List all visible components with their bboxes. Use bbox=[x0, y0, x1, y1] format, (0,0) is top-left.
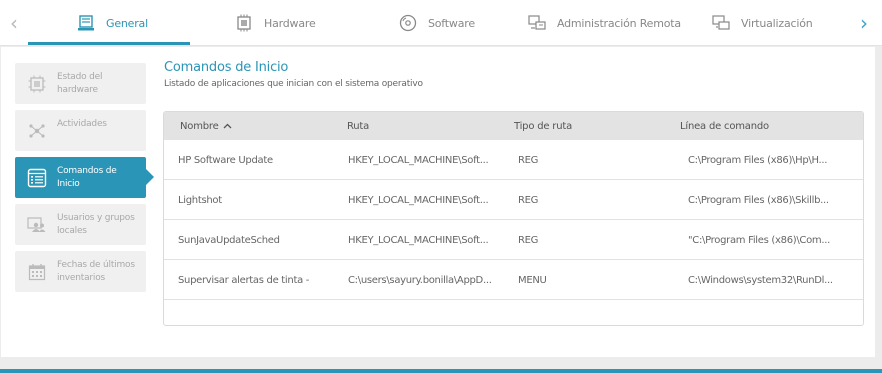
cell-ruta: HKEY_LOCAL_MACHINE\Soft... bbox=[348, 154, 489, 166]
sidebar-item-fechas-inventarios[interactable]: Fechas de últimos inventarios bbox=[15, 251, 146, 292]
sidebar-item-estado-hardware[interactable]: Estado del hardware bbox=[15, 63, 146, 104]
tab-label: Software bbox=[428, 16, 475, 30]
network-icon bbox=[27, 121, 47, 141]
tab-label: Administración Remota bbox=[557, 16, 681, 30]
active-tab-indicator bbox=[28, 42, 190, 45]
cell-linea-comando: C:\Program Files (x86)\Hp\H... bbox=[688, 154, 828, 166]
tab-label: Hardware bbox=[264, 16, 316, 30]
cell-linea-comando: C:\Windows\system32\RunDl... bbox=[688, 274, 833, 286]
table-row[interactable]: Supervisar alertas de tinta - C:\users\s… bbox=[164, 260, 863, 300]
sidebar-item-label: Estado del hardware bbox=[57, 71, 103, 95]
tab-general[interactable]: General bbox=[76, 0, 148, 46]
cell-tipo-ruta: REG bbox=[518, 234, 539, 246]
tab-administracion-remota[interactable]: Administración Remota bbox=[527, 0, 681, 46]
sidebar-item-label: Usuarios y grupos locales bbox=[57, 212, 135, 236]
table-row[interactable]: SunJavaUpdateSched HKEY_LOCAL_MACHINE\So… bbox=[164, 220, 863, 260]
tab-hardware[interactable]: Hardware bbox=[234, 0, 316, 46]
tab-bar: ‹ General Hardware Software Administraci… bbox=[0, 0, 882, 46]
server-icon bbox=[76, 13, 96, 33]
sidebar-item-actividades[interactable]: Actividades bbox=[15, 110, 146, 151]
sidebar-item-label: Actividades bbox=[57, 119, 107, 129]
column-header-tipo-ruta[interactable]: Tipo de ruta bbox=[514, 112, 572, 140]
column-header-linea-comando[interactable]: Línea de comando bbox=[680, 112, 769, 140]
tab-virtualizacion[interactable]: Virtualización bbox=[711, 0, 813, 46]
bottom-accent-bar bbox=[0, 369, 882, 373]
cell-ruta: HKEY_LOCAL_MACHINE\Soft... bbox=[348, 234, 489, 246]
app-frame: ‹ General Hardware Software Administraci… bbox=[0, 0, 882, 373]
page-subtitle: Listado de aplicaciones que inician con … bbox=[164, 79, 423, 89]
table-row[interactable]: HP Software Update HKEY_LOCAL_MACHINE\So… bbox=[164, 140, 863, 180]
cell-nombre: SunJavaUpdateSched bbox=[178, 234, 280, 246]
cell-nombre: Supervisar alertas de tinta - bbox=[178, 274, 310, 286]
tab-label: General bbox=[106, 16, 148, 30]
scroll-left-arrow-icon[interactable]: ‹ bbox=[0, 0, 28, 46]
cell-ruta: C:\users\sayury.bonilla\AppD... bbox=[348, 274, 492, 286]
cell-ruta: HKEY_LOCAL_MACHINE\Soft... bbox=[348, 194, 489, 206]
column-header-nombre[interactable]: Nombre bbox=[180, 112, 232, 140]
page-title: Comandos de Inicio bbox=[164, 60, 289, 75]
list-icon bbox=[27, 168, 47, 188]
chip-icon bbox=[234, 13, 254, 33]
virtualization-icon bbox=[711, 13, 731, 33]
chip-icon bbox=[27, 74, 47, 94]
sidebar-item-label: Fechas de últimos inventarios bbox=[57, 259, 135, 283]
sidebar-item-comandos-inicio[interactable]: Comandos de Inicio bbox=[15, 157, 154, 198]
remote-admin-icon bbox=[527, 13, 547, 33]
table-header: Nombre Ruta Tipo de ruta Línea de comand… bbox=[164, 112, 863, 140]
tab-label: Virtualización bbox=[741, 16, 813, 30]
cell-nombre: Lightshot bbox=[178, 194, 222, 206]
disc-icon bbox=[398, 13, 418, 33]
sort-ascending-icon bbox=[223, 121, 232, 132]
cell-linea-comando: C:\Program Files (x86)\Skillb... bbox=[688, 194, 829, 206]
cell-tipo-ruta: REG bbox=[518, 194, 539, 206]
scroll-right-arrow-icon[interactable]: › bbox=[850, 0, 878, 46]
table-row[interactable]: Lightshot HKEY_LOCAL_MACHINE\Soft... REG… bbox=[164, 180, 863, 220]
startup-commands-table: Nombre Ruta Tipo de ruta Línea de comand… bbox=[163, 111, 864, 326]
content-panel: Estado del hardware Actividades Comandos … bbox=[1, 47, 875, 357]
users-icon bbox=[27, 215, 47, 235]
sidebar-item-label: Comandos de Inicio bbox=[57, 165, 117, 189]
tab-software[interactable]: Software bbox=[398, 0, 475, 46]
cell-tipo-ruta: REG bbox=[518, 154, 539, 166]
cell-linea-comando: "C:\Program Files (x86)\Com... bbox=[688, 234, 831, 246]
cell-nombre: HP Software Update bbox=[178, 154, 273, 166]
cell-tipo-ruta: MENU bbox=[518, 274, 547, 286]
column-header-ruta[interactable]: Ruta bbox=[347, 112, 369, 140]
calendar-icon bbox=[27, 262, 47, 282]
sidebar-item-usuarios-grupos[interactable]: Usuarios y grupos locales bbox=[15, 204, 146, 245]
